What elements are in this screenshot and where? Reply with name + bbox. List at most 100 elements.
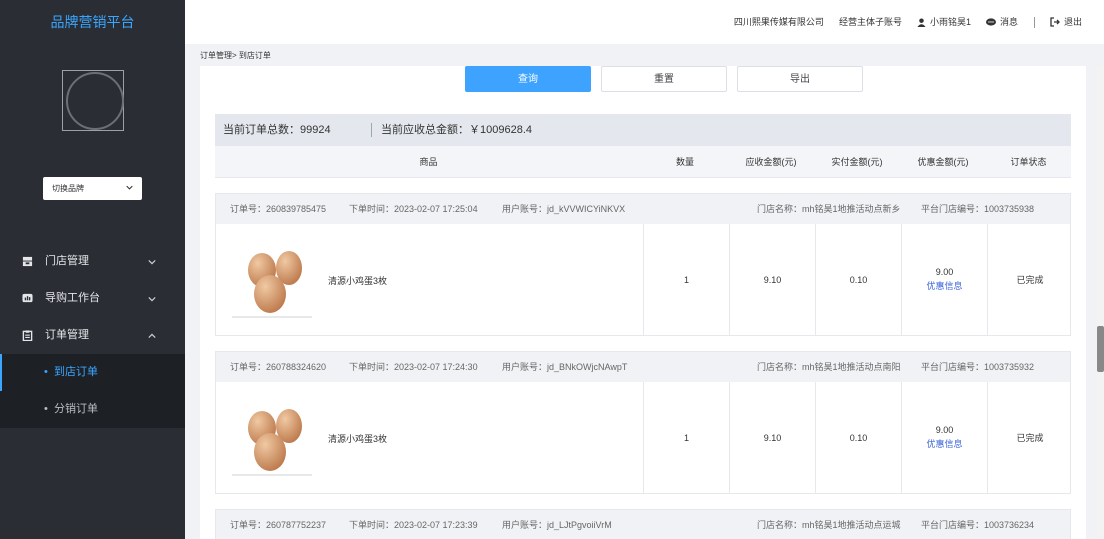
receivable-cell: 9.10 [729, 224, 815, 335]
orders-submenu: • 到店订单 • 分销订单 [0, 354, 185, 428]
chevron-down-icon [126, 185, 133, 190]
messages-button[interactable]: 消息 [985, 0, 1018, 44]
qty-cell: 1 [643, 382, 729, 493]
sidebar: 品牌营销平台 切换品牌 门店管理 导购工作台 订单管理 • 到店订单 • 分销订单 [0, 0, 185, 539]
discount-value: 9.00 [935, 267, 954, 277]
top-bar-actions: 四川熙果传媒有限公司 经营主体子账号 小雨铭昊1 消息 退出 [734, 0, 1082, 44]
sidebar-item-label: 订单管理 [45, 329, 89, 341]
order-time: 下单时间：2023-02-07 17:23:39 [349, 520, 478, 530]
order-row: 清源小鸡蛋3枚 1 9.10 0.10 9.00 优惠信息 已完成 [216, 224, 1070, 335]
store-name: 门店名称：mh铭昊1地推活动点运城 [757, 520, 901, 530]
chevron-up-icon [148, 333, 156, 339]
chevron-down-icon [148, 259, 156, 265]
account-type: 经营主体子账号 [838, 17, 902, 27]
company-name: 四川熙果传媒有限公司 [733, 17, 824, 27]
user-menu[interactable]: 小雨铭昊1 [917, 0, 971, 44]
message-icon [985, 17, 996, 26]
discount-cell: 9.00 优惠信息 [901, 224, 987, 335]
brand-switch-label: 切换品牌 [52, 184, 84, 193]
store-icon [22, 256, 33, 267]
sidebar-item-orders[interactable]: 订单管理 [0, 317, 185, 354]
paid-cell: 0.10 [815, 224, 901, 335]
qty-value: 1 [683, 432, 689, 443]
column-header-qty: 数量 [675, 157, 694, 167]
sidebar-subitem-store-orders[interactable]: • 到店订单 [0, 354, 185, 391]
summary-bar: 当前订单总数：99924 当前应收总金额：￥1009628.4 [215, 114, 1071, 146]
egg-product-image [232, 251, 312, 318]
order-number: 订单号：260788324620 [230, 362, 327, 372]
divider [371, 123, 372, 137]
paid-cell: 0.10 [815, 382, 901, 493]
store-name: 门店名称：mh铭昊1地推活动点新乡 [757, 204, 901, 214]
order-header: 订单号：260788324620 下单时间：2023-02-07 17:24:3… [216, 352, 1070, 382]
qty-cell: 1 [643, 224, 729, 335]
sidebar-item-label: 门店管理 [45, 255, 89, 267]
breadcrumb: 订单管理> 到店订单 [200, 51, 271, 60]
store-code: 平台门店编号：1003735938 [921, 204, 1035, 214]
order-status: 已完成 [1016, 275, 1044, 285]
user-account: 用户账号：jd_kVVWICYiNKVX [502, 204, 626, 214]
product-name: 清源小鸡蛋3枚 [328, 434, 388, 444]
total-amount: 当前应收总金额：￥1009628.4 [381, 124, 532, 136]
export-button[interactable]: 导出 [737, 66, 863, 92]
discount-info-link[interactable]: 优惠信息 [926, 437, 962, 450]
store-name: 门店名称：mh铭昊1地推活动点南阳 [757, 362, 901, 372]
user-account: 用户账号：jd_LJtPgvoiiVrM [502, 520, 612, 530]
sidebar-item-workbench[interactable]: 导购工作台 [0, 280, 185, 317]
messages-label: 消息 [999, 17, 1018, 27]
status-cell: 已完成 [987, 382, 1072, 493]
brand-switch-select[interactable]: 切换品牌 [43, 177, 142, 200]
order-header: 订单号：260787752237 下单时间：2023-02-07 17:23:3… [216, 510, 1070, 539]
receivable-cell: 9.10 [729, 382, 815, 493]
user-name: 小雨铭昊1 [929, 17, 971, 27]
order-card: 订单号：260839785475 下单时间：2023-02-07 17:25:0… [215, 193, 1071, 336]
bullet-icon: • [44, 366, 48, 378]
order-time: 下单时间：2023-02-07 17:25:04 [349, 204, 478, 214]
order-number: 订单号：260839785475 [230, 204, 327, 214]
user-icon [917, 17, 926, 27]
discount-info-link[interactable]: 优惠信息 [926, 279, 962, 292]
bullet-icon: • [44, 403, 48, 415]
order-card: 订单号：260788324620 下单时间：2023-02-07 17:24:3… [215, 351, 1071, 494]
logout-button[interactable]: 退出 [1050, 0, 1082, 44]
reset-button[interactable]: 重置 [601, 66, 727, 92]
order-header: 订单号：260839785475 下单时间：2023-02-07 17:25:0… [216, 194, 1070, 224]
order-row: 清源小鸡蛋3枚 1 9.10 0.10 9.00 优惠信息 已完成 [216, 382, 1070, 493]
scrollbar-track[interactable] [1097, 66, 1104, 539]
order-card: 订单号：260787752237 下单时间：2023-02-07 17:23:3… [215, 509, 1071, 539]
sidebar-subitem-label: 分销订单 [54, 403, 98, 415]
sidebar-menu: 门店管理 导购工作台 订单管理 • 到店订单 • 分销订单 [0, 243, 185, 428]
sidebar-subitem-label: 到店订单 [54, 366, 98, 378]
logout-label: 退出 [1063, 17, 1082, 27]
qty-value: 1 [683, 274, 689, 285]
scrollbar-thumb[interactable] [1097, 326, 1104, 372]
sidebar-item-store[interactable]: 门店管理 [0, 243, 185, 280]
total-orders: 当前订单总数：99924 [223, 124, 331, 136]
order-status: 已完成 [1016, 433, 1044, 443]
clipboard-icon [22, 330, 33, 341]
store-code: 平台门店编号：1003736234 [921, 520, 1035, 530]
paid-value: 0.10 [849, 432, 868, 443]
divider [1033, 16, 1035, 28]
column-header-status: 订单状态 [1010, 157, 1047, 167]
sidebar-item-label: 导购工作台 [45, 292, 100, 304]
logo-placeholder-icon [66, 72, 124, 130]
order-time: 下单时间：2023-02-07 17:24:30 [349, 362, 478, 372]
column-header-receivable: 应收金额(元) [745, 157, 797, 167]
column-header-paid: 实付金额(元) [831, 157, 883, 167]
user-account: 用户账号：jd_BNkOWjcNAwpT [502, 362, 628, 372]
brand-logo [62, 70, 124, 131]
column-header-discount: 优惠金额(元) [917, 157, 969, 167]
discount-cell: 9.00 优惠信息 [901, 382, 987, 493]
status-cell: 已完成 [987, 224, 1072, 335]
order-number: 订单号：260787752237 [230, 520, 327, 530]
discount-value: 9.00 [935, 425, 954, 435]
search-button[interactable]: 查询 [465, 66, 591, 92]
table-header: 商品 数量 应收金额(元) 实付金额(元) 优惠金额(元) 订单状态 [215, 146, 1071, 178]
store-code: 平台门店编号：1003735932 [921, 362, 1035, 372]
product-name: 清源小鸡蛋3枚 [328, 276, 388, 286]
sidebar-subitem-distribution-orders[interactable]: • 分销订单 [0, 391, 185, 428]
logout-icon [1050, 17, 1060, 27]
workbench-icon [22, 293, 33, 303]
paid-value: 0.10 [849, 274, 868, 285]
